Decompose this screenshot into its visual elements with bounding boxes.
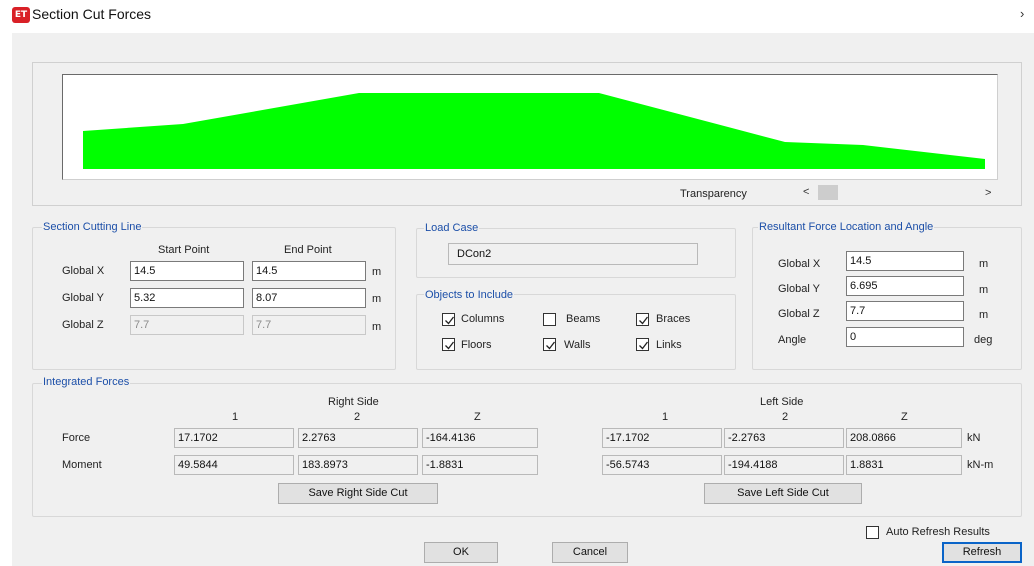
res-global-y-label: Global Y xyxy=(778,283,820,295)
res-global-x-field[interactable]: 14.5 xyxy=(846,251,964,271)
res-global-y-field[interactable]: 6.695 xyxy=(846,276,964,296)
checkmark-icon xyxy=(445,316,455,325)
left-side-header: Left Side xyxy=(760,396,804,408)
links-label: Links xyxy=(656,339,682,351)
scl-global-z-label: Global Z xyxy=(62,319,104,331)
scl-start-x-field[interactable]: 14.5 xyxy=(130,261,244,281)
save-left-side-cut-button[interactable]: Save Left Side Cut xyxy=(704,483,862,504)
left-col-2-header: 2 xyxy=(782,411,789,423)
section-preview-canvas xyxy=(62,74,998,180)
save-right-side-cut-button[interactable]: Save Right Side Cut xyxy=(278,483,438,504)
app-logo-icon: ET xyxy=(12,7,30,23)
load-case-field[interactable]: DCon2 xyxy=(448,243,698,265)
objects-to-include-title: Objects to Include xyxy=(424,289,515,301)
res-angle-field[interactable]: 0 xyxy=(846,327,964,347)
force-unit: kN xyxy=(967,432,981,444)
left-moment-2: -194.4188 xyxy=(724,455,844,475)
res-x-unit: m xyxy=(979,258,989,270)
res-global-z-field[interactable]: 7.7 xyxy=(846,301,964,321)
right-side-header: Right Side xyxy=(328,396,379,408)
auto-refresh-checkbox[interactable] xyxy=(866,526,879,539)
transparency-label: Transparency xyxy=(680,188,747,200)
scl-end-x-field[interactable]: 14.5 xyxy=(252,261,366,281)
scl-start-z-field: 7.7 xyxy=(130,315,244,335)
scl-global-y-label: Global Y xyxy=(62,292,104,304)
window-title: Section Cut Forces xyxy=(32,6,152,22)
columns-checkbox[interactable] xyxy=(442,313,455,326)
section-shape xyxy=(83,93,985,169)
refresh-button[interactable]: Refresh xyxy=(942,542,1022,563)
load-case-title: Load Case xyxy=(424,222,480,234)
section-shape-svg xyxy=(83,93,985,169)
scroll-right-icon[interactable]: > xyxy=(985,187,991,199)
left-force-2: -2.2763 xyxy=(724,428,844,448)
right-moment-z: -1.8831 xyxy=(422,455,538,475)
braces-checkbox[interactable] xyxy=(636,313,649,326)
moment-unit: kN-m xyxy=(967,459,994,471)
scl-global-x-label: Global X xyxy=(62,265,105,277)
floors-checkbox[interactable] xyxy=(442,338,455,351)
walls-label: Walls xyxy=(564,339,591,351)
auto-refresh-label: Auto Refresh Results xyxy=(886,526,990,538)
right-force-2: 2.2763 xyxy=(298,428,418,448)
res-angle-unit: deg xyxy=(974,334,993,346)
right-force-z: -164.4136 xyxy=(422,428,538,448)
res-y-unit: m xyxy=(979,284,989,296)
checkmark-icon xyxy=(639,316,649,325)
scroll-left-icon[interactable]: < xyxy=(803,186,809,198)
res-angle-label: Angle xyxy=(778,334,807,346)
left-moment-1: -56.5743 xyxy=(602,455,722,475)
scl-x-unit: m xyxy=(372,266,382,278)
checkmark-icon xyxy=(639,341,649,350)
links-checkbox[interactable] xyxy=(636,338,649,351)
section-cutting-line-title: Section Cutting Line xyxy=(42,221,143,233)
right-moment-1: 49.5844 xyxy=(174,455,294,475)
right-force-1: 17.1702 xyxy=(174,428,294,448)
objects-to-include-group xyxy=(416,294,736,370)
res-global-x-label: Global X xyxy=(778,258,821,270)
scl-start-y-field[interactable]: 5.32 xyxy=(130,288,244,308)
right-moment-2: 183.8973 xyxy=(298,455,418,475)
resultant-title: Resultant Force Location and Angle xyxy=(758,221,935,233)
right-col-z-header: Z xyxy=(474,411,481,423)
braces-label: Braces xyxy=(656,313,691,325)
resultant-group xyxy=(752,227,1022,370)
checkmark-icon xyxy=(445,341,455,350)
force-row-label: Force xyxy=(62,432,91,444)
scl-y-unit: m xyxy=(372,293,382,305)
floors-label: Floors xyxy=(461,339,492,351)
end-point-header: End Point xyxy=(284,244,332,256)
scl-end-z-field: 7.7 xyxy=(252,315,366,335)
res-z-unit: m xyxy=(979,309,989,321)
walls-checkbox[interactable] xyxy=(543,338,556,351)
right-col-2-header: 2 xyxy=(354,411,361,423)
title-bar xyxy=(0,0,1034,32)
checkmark-icon xyxy=(546,341,556,350)
right-col-1-header: 1 xyxy=(232,411,239,423)
left-force-z: 208.0866 xyxy=(846,428,962,448)
integrated-forces-title: Integrated Forces xyxy=(42,376,131,388)
columns-label: Columns xyxy=(461,313,505,325)
beams-label: Beams xyxy=(566,313,601,325)
res-global-z-label: Global Z xyxy=(778,308,820,320)
left-force-1: -17.1702 xyxy=(602,428,722,448)
start-point-header: Start Point xyxy=(158,244,210,256)
left-moment-z: 1.8831 xyxy=(846,455,962,475)
transparency-scroll-thumb[interactable] xyxy=(818,185,838,200)
cancel-button[interactable]: Cancel xyxy=(552,542,628,563)
moment-row-label: Moment xyxy=(62,459,102,471)
left-col-z-header: Z xyxy=(901,411,908,423)
integrated-forces-group xyxy=(32,383,1022,517)
beams-checkbox[interactable] xyxy=(543,313,556,326)
scl-z-unit: m xyxy=(372,321,382,333)
ok-button[interactable]: OK xyxy=(424,542,498,563)
close-icon[interactable]: › xyxy=(1020,6,1024,21)
scl-end-y-field[interactable]: 8.07 xyxy=(252,288,366,308)
left-col-1-header: 1 xyxy=(662,411,669,423)
